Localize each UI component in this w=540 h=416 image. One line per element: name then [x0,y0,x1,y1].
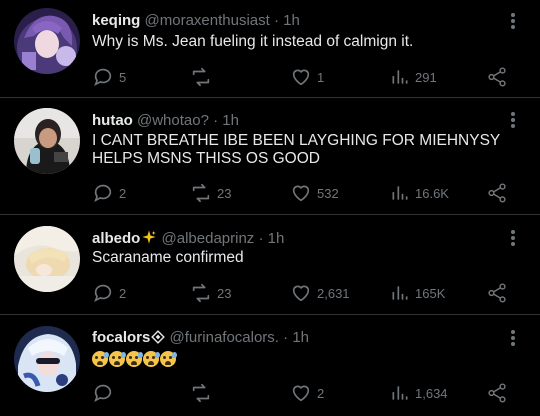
tweet-header: focalors @furinafocalors. · 1h [92,329,309,347]
timeline: keqing @moraxenthusiast · 1h Why is Ms. … [0,0,540,416]
reply-count: 2 [119,185,127,201]
retweet-icon [192,67,210,87]
view-count: 16.6K [415,185,449,201]
retweet-icon [192,183,210,203]
tweet[interactable]: focalors @furinafocalors. · 1h 2 1,634 [0,315,540,416]
reply-icon [94,384,112,403]
avatar-hutao[interactable] [14,108,80,174]
views-button[interactable]: 16.6K [390,182,449,204]
anxious-sweat-face-emoji [143,350,160,367]
views-icon [392,286,408,300]
heart-icon [292,385,310,402]
tweet-actions: 2 23 2,631 165K [92,282,522,304]
reply-button[interactable]: 2 [92,182,126,204]
reply-icon [94,284,112,303]
avatar-keqing[interactable] [14,8,80,74]
tweet-text: Scaraname confirmed [92,249,244,266]
retweet-button[interactable]: 23 [190,182,231,204]
more-icon[interactable] [510,330,516,348]
more-icon[interactable] [510,112,516,130]
tweet-text: I CANT BREATHE IBE BEEN LAYGHING FOR MIE… [92,132,500,167]
tweet-actions: 5 1 291 [92,66,522,88]
avatar-focalors[interactable] [14,326,80,392]
display-name[interactable]: keqing [92,12,140,29]
anxious-sweat-face-emoji [109,350,126,367]
retweet-button[interactable] [190,382,217,404]
views-button[interactable]: 291 [390,66,437,88]
more-icon[interactable] [510,230,516,248]
tweet[interactable]: albedo @albedaprinz · 1h Scaraname confi… [0,215,540,315]
share-icon [488,183,506,203]
timestamp[interactable]: · 1h [274,12,300,29]
tweet-emoji-row [92,350,522,368]
share-icon [488,67,506,87]
view-count: 1,634 [415,385,448,401]
display-name[interactable]: hutao [92,112,133,129]
share-button[interactable] [486,282,508,304]
reply-button[interactable] [92,382,119,404]
tweet-header: keqing @moraxenthusiast · 1h [92,12,300,30]
tweet-text: Why is Ms. Jean fueling it instead of ca… [92,33,414,50]
views-button[interactable]: 165K [390,282,445,304]
retweet-button[interactable]: 23 [190,282,231,304]
like-count: 2 [317,385,325,401]
reply-count: 5 [119,69,127,85]
tweet-actions: 2 23 532 16.6K [92,182,522,204]
share-button[interactable] [486,382,508,404]
avatar-albedo[interactable] [14,226,80,292]
tweet-header: albedo @albedaprinz · 1h [92,229,284,248]
views-icon [392,386,408,400]
heart-icon [292,185,310,202]
anxious-sweat-face-emoji [92,350,109,367]
views-icon [392,186,408,200]
diamond-icon [151,330,166,344]
user-handle[interactable]: @furinafocalors. [170,329,279,346]
anxious-sweat-face-emoji [126,350,143,367]
reply-icon [94,184,112,203]
timestamp[interactable]: · 1h [213,112,239,129]
share-button[interactable] [486,182,508,204]
heart-icon [292,285,310,302]
retweet-button[interactable] [190,66,217,88]
display-name[interactable]: albedo [92,230,140,247]
views-button[interactable]: 1,634 [390,382,448,404]
retweet-icon [192,383,210,403]
timestamp[interactable]: · 1h [283,329,309,346]
retweet-count: 23 [217,285,232,301]
sparkle-icon [142,230,157,244]
reply-button[interactable]: 2 [92,282,126,304]
like-count: 1 [317,69,325,85]
share-icon [488,283,506,303]
views-icon [392,70,408,84]
like-button[interactable]: 1 [290,66,324,88]
share-button[interactable] [486,66,508,88]
reply-icon [94,68,112,87]
user-handle[interactable]: @moraxenthusiast [145,12,270,29]
like-button[interactable]: 532 [290,182,339,204]
more-icon[interactable] [510,13,516,31]
display-name[interactable]: focalors [92,329,150,346]
tweet-header: hutao @whotao? · 1h [92,112,239,130]
share-icon [488,383,506,403]
like-count: 532 [317,185,339,201]
anxious-sweat-face-emoji [160,350,177,367]
like-count: 2,631 [317,285,350,301]
heart-icon [292,69,310,86]
reply-button[interactable]: 5 [92,66,126,88]
tweet[interactable]: keqing @moraxenthusiast · 1h Why is Ms. … [0,0,540,98]
view-count: 291 [415,69,437,85]
retweet-count: 23 [217,185,232,201]
like-button[interactable]: 2 [290,382,324,404]
timestamp[interactable]: · 1h [258,230,284,247]
user-handle[interactable]: @whotao? [137,112,209,129]
user-handle[interactable]: @albedaprinz [162,230,255,247]
tweet[interactable]: hutao @whotao? · 1h I CANT BREATHE IBE B… [0,98,540,215]
retweet-icon [192,283,210,303]
like-button[interactable]: 2,631 [290,282,350,304]
reply-count: 2 [119,285,127,301]
tweet-actions: 2 1,634 [92,382,522,404]
view-count: 165K [415,285,446,301]
